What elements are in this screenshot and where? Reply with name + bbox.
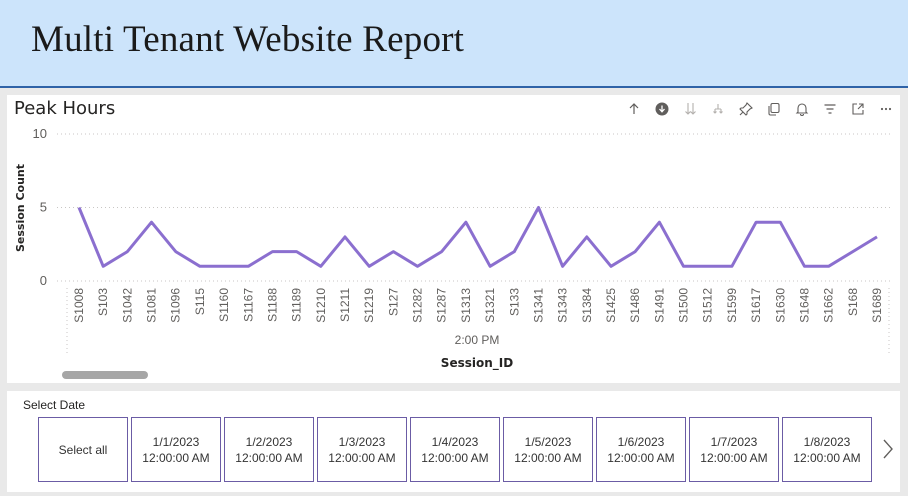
chevron-right-icon[interactable] [879,435,897,463]
x-tick-label: S1486 [628,288,642,323]
x-tick-label: S1599 [725,288,739,323]
more-options-icon[interactable] [872,98,900,120]
date-tile[interactable]: 1/2/2023 12:00:00 AM [224,417,314,482]
tile-time: 12:00:00 AM [700,450,768,465]
x-tick-label: S1341 [531,288,545,323]
slicer-tiles: Select all 1/1/2023 12:00:00 AM 1/2/2023 12… [38,417,872,482]
date-tile[interactable]: 1/7/2023 12:00:00 AM [689,417,779,482]
tile-date: 1/5/2023 [524,434,572,449]
y-tick-label: 0 [40,273,47,288]
x-tick-label: S1617 [749,288,763,323]
date-tile[interactable]: 1/8/2023 12:00:00 AM [782,417,872,482]
visual-title: Peak Hours [14,98,116,119]
alert-bell-icon[interactable] [788,98,816,120]
date-tile[interactable]: 1/6/2023 12:00:00 AM [596,417,686,482]
x-tick-label: S1512 [701,288,715,323]
x-tick-label: S168 [846,288,860,316]
pin-icon[interactable] [732,98,760,120]
tile-date: 1/6/2023 [617,434,665,449]
x-tick-label: S115 [193,288,207,315]
drill-up-icon[interactable] [620,98,648,120]
tile-date: 1/2/2023 [245,434,293,449]
x-tick-label: S1188 [265,288,279,322]
report-title: Multi Tenant Website Report [31,19,465,60]
x-tick-label: S1321 [483,288,497,323]
tile-time: 12:00:00 AM [235,450,303,465]
filter-icon[interactable] [816,98,844,120]
tile-date: 1/3/2023 [338,434,386,449]
x-tick-label: S1630 [773,288,787,323]
x-tick-label: S1008 [72,288,86,323]
tile-date: 1/1/2023 [152,434,200,449]
x-tick-label: S1167 [241,288,255,322]
x-tick-label: S1211 [338,288,352,322]
series-line [77,206,878,268]
x-tick-label: S1313 [459,288,473,323]
horizontal-scrollbar[interactable] [62,371,898,379]
x-tick-label: S1662 [822,288,836,323]
x-tick-label: S1343 [556,288,570,323]
tile-time: 12:00:00 AM [328,450,396,465]
x-tick-label: S103 [96,288,110,316]
report-header: Multi Tenant Website Report [0,0,908,88]
date-slicer: Select Date Select all 1/1/2023 12:00:00 … [7,391,900,492]
visual-header-toolbar [620,98,900,120]
y-axis-title: Session Count [14,164,27,252]
tile-time: 12:00:00 AM [793,450,861,465]
x-tick-label: S1425 [604,288,618,323]
y-tick-label: 5 [40,200,47,215]
tile-time: 12:00:00 AM [514,450,582,465]
tile-date: 1/7/2023 [710,434,758,449]
x-tick-label: S1500 [677,288,691,323]
x-group-label: 2:00 PM [455,333,500,347]
go-to-next-level-icon[interactable] [676,98,704,120]
date-tile[interactable]: 1/4/2023 12:00:00 AM [410,417,500,482]
x-tick-label: S1491 [652,288,666,323]
x-tick-label: S1189 [290,288,304,322]
tile-time: 12:00:00 AM [607,450,675,465]
tile-date: 1/8/2023 [803,434,851,449]
x-tick-label: S1384 [580,288,594,323]
x-tick-label: S133 [507,288,521,316]
expand-hierarchy-icon[interactable] [704,98,732,120]
select-all-label: Select all [58,442,108,457]
x-tick-label: S1210 [314,288,328,323]
date-tile[interactable]: 1/5/2023 12:00:00 AM [503,417,593,482]
date-tile[interactable]: 1/1/2023 12:00:00 AM [131,417,221,482]
copy-visual-icon[interactable] [760,98,788,120]
x-tick-label: S1219 [362,288,376,323]
peak-hours-visual[interactable]: 0 5 10 Session Count S1008 S103 S1042 S1081 S109… [7,95,900,383]
line-chart: 0 5 10 Session Count S1008 S103 S1042 S1081 S109… [14,126,892,371]
slicer-header: Select Date [23,398,86,412]
y-tick-label: 10 [33,126,47,141]
x-tick-label: S1282 [411,288,425,323]
focus-mode-icon[interactable] [844,98,872,120]
x-tick-label: S1287 [435,288,449,323]
x-tick-label: S127 [386,288,400,316]
x-tick-label: S1689 [870,288,884,323]
tile-date: 1/4/2023 [431,434,479,449]
x-tick-label: S1081 [145,288,159,323]
x-axis-title: Session_ID [441,356,513,371]
drill-down-on-icon[interactable] [648,98,676,120]
x-tick-label: S1042 [120,288,134,323]
select-all-tile[interactable]: Select all [38,417,128,482]
x-tick-label: S1096 [169,288,183,323]
tile-time: 12:00:00 AM [142,450,210,465]
scrollbar-thumb[interactable] [62,371,148,379]
tile-time: 12:00:00 AM [421,450,489,465]
date-tile[interactable]: 1/3/2023 12:00:00 AM [317,417,407,482]
x-tick-label: S1648 [797,288,811,323]
x-tick-label: S1160 [217,288,231,322]
